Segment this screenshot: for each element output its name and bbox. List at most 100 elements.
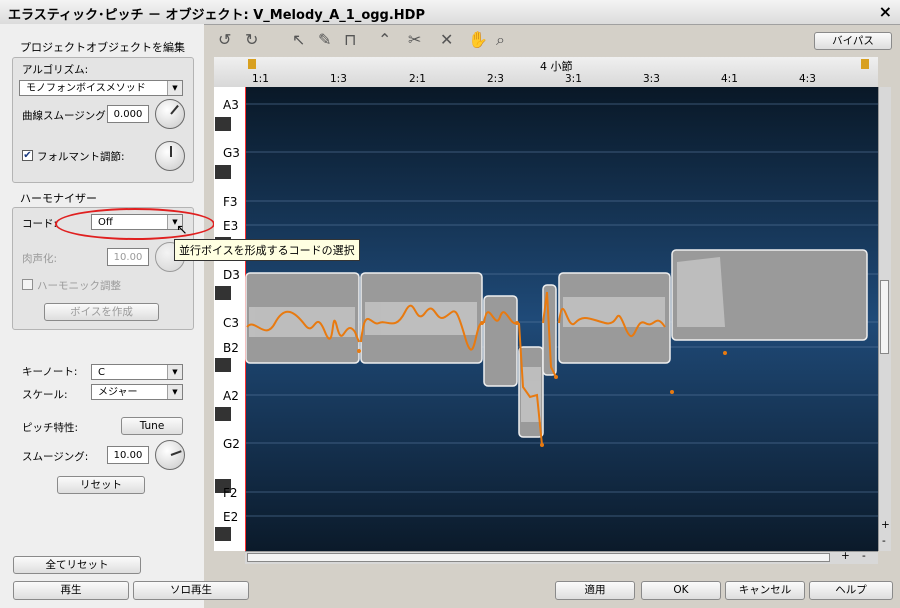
black-key bbox=[215, 286, 231, 300]
tick-label: 4:1 bbox=[721, 73, 738, 85]
tick-label: 1:1 bbox=[252, 73, 269, 85]
tick-label: 2:3 bbox=[487, 73, 504, 85]
zoom-out-icon[interactable]: - bbox=[862, 550, 866, 562]
pitch-node[interactable] bbox=[357, 349, 361, 353]
window-title: エラスティック･ピッチ － オブジェクト: V_Melody_A_1_ogg.H… bbox=[8, 8, 426, 23]
chevron-down-icon: ▼ bbox=[167, 81, 182, 95]
chevron-down-icon: ▼ bbox=[167, 385, 182, 399]
pitch-grid[interactable] bbox=[245, 87, 878, 551]
smoothing-input[interactable]: 0.000 bbox=[107, 105, 149, 123]
algorithm-value: モノフォンボイスメソッド bbox=[26, 83, 146, 94]
chord-label: コード: bbox=[22, 218, 58, 230]
smoothing2-input[interactable]: 10.00 bbox=[107, 446, 149, 464]
key-note-select[interactable]: C ▼ bbox=[91, 364, 183, 380]
scale-select[interactable]: メジャー ▼ bbox=[91, 384, 183, 400]
tick-label: 4:3 bbox=[799, 73, 816, 85]
zoom-out-icon[interactable]: - bbox=[882, 535, 886, 547]
tooltip: 並行ボイスを形成するコードの選択 bbox=[174, 239, 360, 261]
pitch-node[interactable] bbox=[670, 390, 674, 394]
tick-label: 3:3 bbox=[643, 73, 660, 85]
play-button[interactable]: 再生 bbox=[13, 581, 129, 600]
chevron-down-icon: ▼ bbox=[167, 365, 182, 379]
scissors-icon[interactable]: ✂ bbox=[408, 32, 421, 48]
vertical-scrollbar[interactable]: + - bbox=[878, 87, 891, 551]
black-key bbox=[215, 407, 231, 421]
pointer-icon[interactable]: ↖ bbox=[292, 32, 305, 48]
tick-label: 2:1 bbox=[409, 73, 426, 85]
smoothing2-label: スムージング: bbox=[22, 451, 89, 463]
timeline-ruler[interactable]: 4 小節 1:1 1:3 2:1 2:3 3:1 3:3 4:1 4:3 bbox=[214, 57, 878, 88]
pitch-char-label: ピッチ特性: bbox=[22, 422, 79, 434]
create-voice-button[interactable]: ボイスを作成 bbox=[44, 303, 159, 321]
loop-end-marker[interactable] bbox=[861, 59, 869, 69]
undo-icon[interactable]: ↺ bbox=[218, 32, 231, 48]
scale-label: スケール: bbox=[22, 389, 68, 401]
cancel-button[interactable]: キャンセル bbox=[725, 581, 805, 600]
formant-label: フォルマント調節: bbox=[37, 151, 125, 163]
curve-icon[interactable]: ⌃ bbox=[378, 32, 391, 48]
pencil-icon[interactable]: ✎ bbox=[318, 32, 331, 48]
pitch-canvas bbox=[245, 87, 878, 551]
note-label: F2 bbox=[223, 486, 238, 500]
formant-checkbox[interactable]: ✔ bbox=[22, 150, 33, 161]
tick-label: 3:1 bbox=[565, 73, 582, 85]
section-title: プロジェクトオブジェクトを編集 bbox=[20, 41, 185, 54]
zoom-icon[interactable]: ⌕ bbox=[496, 32, 505, 48]
humanize-label: 肉声化: bbox=[22, 253, 58, 265]
key-note-label: キーノート: bbox=[22, 366, 78, 378]
scroll-thumb[interactable] bbox=[247, 553, 830, 562]
note-label: D3 bbox=[223, 268, 240, 282]
note-label: G2 bbox=[223, 437, 240, 451]
smoothing2-knob[interactable] bbox=[155, 440, 185, 470]
algorithm-label: アルゴリズム: bbox=[22, 64, 89, 76]
apply-button[interactable]: 適用 bbox=[555, 581, 635, 600]
reset-all-button[interactable]: 全てリセット bbox=[13, 556, 141, 574]
humanize-input[interactable]: 10.00 bbox=[107, 248, 149, 266]
ok-button[interactable]: OK bbox=[641, 581, 721, 600]
black-key bbox=[215, 358, 231, 372]
pitch-node[interactable] bbox=[723, 351, 727, 355]
solo-play-button[interactable]: ソロ再生 bbox=[133, 581, 249, 600]
bypass-button[interactable]: バイパス bbox=[814, 32, 892, 50]
note-block[interactable] bbox=[483, 295, 518, 387]
black-key bbox=[215, 117, 231, 131]
pitch-node[interactable] bbox=[540, 443, 544, 447]
pitch-node[interactable] bbox=[480, 321, 484, 325]
measure-label: 4 小節 bbox=[540, 60, 573, 73]
scale-value: メジャー bbox=[98, 387, 138, 398]
close-icon[interactable]: × bbox=[879, 2, 892, 21]
delete-icon[interactable]: ✕ bbox=[440, 32, 453, 48]
harmonic-label: ハーモニック調整 bbox=[37, 280, 121, 292]
zoom-in-icon[interactable]: + bbox=[841, 550, 850, 562]
cursor-icon: ↖ bbox=[176, 222, 188, 238]
pulse-icon[interactable]: ⊓ bbox=[344, 32, 356, 48]
smoothing-knob[interactable] bbox=[155, 99, 185, 129]
loop-start-marker[interactable] bbox=[248, 59, 256, 69]
scroll-thumb[interactable] bbox=[880, 280, 889, 354]
harmonic-checkbox[interactable] bbox=[22, 279, 33, 290]
highlight-ellipse bbox=[55, 208, 215, 240]
pitch-node[interactable] bbox=[515, 321, 519, 325]
tune-button[interactable]: Tune bbox=[121, 417, 183, 435]
hand-icon[interactable]: ✋ bbox=[468, 32, 488, 48]
reset-button[interactable]: リセット bbox=[57, 476, 145, 494]
help-button[interactable]: ヘルプ bbox=[809, 581, 893, 600]
formant-knob[interactable] bbox=[155, 141, 185, 171]
note-label: A3 bbox=[223, 98, 239, 112]
pitch-node[interactable] bbox=[554, 375, 558, 379]
harmonizer-title: ハーモナイザー bbox=[20, 192, 97, 205]
smoothing-label: 曲線スムージング: bbox=[22, 110, 110, 122]
horizontal-scrollbar[interactable]: + - bbox=[245, 550, 878, 564]
note-label: E2 bbox=[223, 510, 239, 524]
zoom-in-icon[interactable]: + bbox=[881, 519, 890, 531]
note-label: E3 bbox=[223, 219, 239, 233]
note-label: B2 bbox=[223, 341, 239, 355]
black-key bbox=[215, 527, 231, 541]
note-label: F3 bbox=[223, 195, 238, 209]
note-label: G3 bbox=[223, 146, 240, 160]
piano-keys[interactable]: A3 G3 F3 E3 D3 C3 B2 A2 G2 F2 E2 bbox=[214, 87, 245, 551]
algorithm-select[interactable]: モノフォンボイスメソッド ▼ bbox=[19, 80, 183, 96]
key-note-value: C bbox=[98, 367, 105, 378]
redo-icon[interactable]: ↻ bbox=[245, 32, 258, 48]
title-bar: エラスティック･ピッチ － オブジェクト: V_Melody_A_1_ogg.H… bbox=[0, 0, 900, 25]
